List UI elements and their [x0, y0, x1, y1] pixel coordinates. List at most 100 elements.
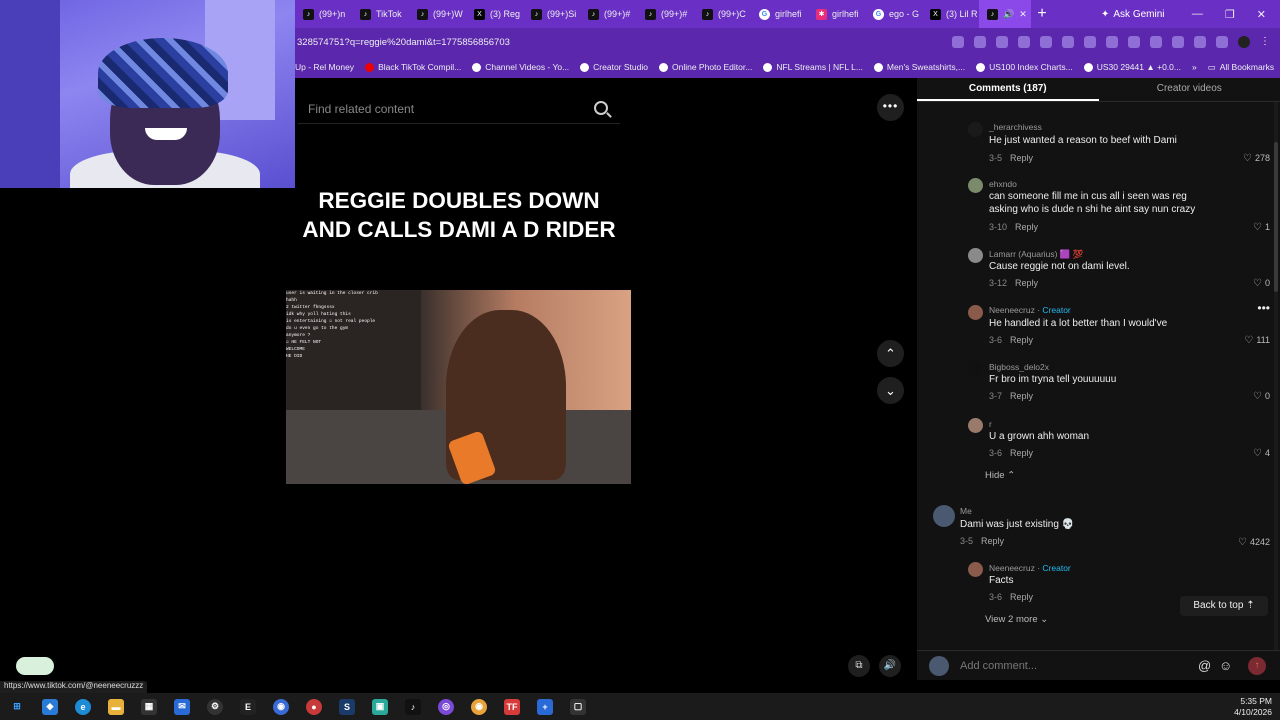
toggle-pill[interactable]: [16, 657, 54, 675]
search-icon[interactable]: [594, 101, 608, 115]
previous-video-button[interactable]: ⌃: [877, 340, 904, 367]
comment-username[interactable]: ehxndo: [989, 179, 1017, 189]
bookmark-item[interactable]: Channel Videos - Yo...: [472, 62, 569, 72]
bookmark-star-icon[interactable]: [974, 36, 986, 48]
tf-icon[interactable]: TF: [504, 698, 520, 715]
close-window-icon[interactable]: ✕: [1257, 8, 1266, 21]
settings-icon[interactable]: ⚙: [207, 698, 223, 715]
app-icon[interactable]: ◉: [273, 698, 289, 715]
avatar[interactable]: [968, 122, 983, 137]
reply-button[interactable]: Reply: [1010, 448, 1033, 458]
back-to-top-button[interactable]: Back to top ⇡: [1180, 596, 1268, 616]
extension-icon[interactable]: [1106, 36, 1118, 48]
browser-tab[interactable]: ♪ (99+)W: [409, 0, 466, 28]
extension-icon[interactable]: [1128, 36, 1140, 48]
reply-button[interactable]: Reply: [1010, 335, 1033, 345]
like-button[interactable]: ♡ 1: [1253, 222, 1270, 233]
comment-more-icon[interactable]: •••: [1257, 301, 1270, 315]
comment-username[interactable]: Neeneecruz · Creator: [989, 305, 1071, 315]
browser-tab[interactable]: X (3) Lil R: [922, 0, 979, 28]
steam-icon[interactable]: S: [339, 698, 355, 715]
more-options-button[interactable]: •••: [877, 94, 904, 121]
tab-comments[interactable]: Comments (187): [917, 78, 1099, 101]
avatar[interactable]: [968, 248, 983, 263]
reply-button[interactable]: Reply: [1015, 278, 1038, 288]
bookmark-item[interactable]: Men's Sweatshirts,...: [873, 62, 965, 72]
browser-tab[interactable]: Ggirlhefi: [751, 0, 808, 28]
browser-tab[interactable]: ♪ (99+)Si: [523, 0, 580, 28]
ask-gemini-button[interactable]: ✦ Ask Gemini: [1093, 6, 1173, 23]
add-icon[interactable]: +: [537, 698, 553, 715]
comment-username[interactable]: Me: [960, 506, 972, 516]
reply-button[interactable]: Reply: [1010, 391, 1033, 401]
mail-icon[interactable]: ✉: [174, 698, 190, 715]
comment-input[interactable]: Add comment...: [960, 660, 1037, 672]
bookmark-item[interactable]: US30 29441 ▲ +0.0...: [1083, 62, 1181, 72]
file-explorer-icon[interactable]: ▬: [108, 698, 124, 715]
extension-icon[interactable]: [1018, 36, 1030, 48]
send-button[interactable]: ↑: [1248, 657, 1266, 675]
like-button[interactable]: ♡ 4: [1253, 448, 1270, 459]
bookmark-item[interactable]: Up - Rel Money: [295, 62, 354, 72]
avatar[interactable]: [968, 562, 983, 577]
comment-username[interactable]: _herarchivess: [989, 122, 1042, 132]
bookmark-item[interactable]: Black TikTok Compil...: [365, 62, 461, 72]
video-frame[interactable]: user is waiting in the closer crib hahh …: [286, 290, 631, 484]
copilot-icon[interactable]: ◆: [42, 698, 58, 715]
tiktok-icon[interactable]: ♪: [405, 698, 421, 715]
browser-tab[interactable]: ♪ (99+)#: [580, 0, 637, 28]
reply-button[interactable]: Reply: [1015, 222, 1038, 232]
search-input[interactable]: Find related content: [298, 94, 620, 124]
extension-icon[interactable]: [1150, 36, 1162, 48]
edge-icon[interactable]: e: [75, 698, 91, 715]
browser-tab[interactable]: ♪ TikTok: [352, 0, 409, 28]
like-button[interactable]: ♡ 4242: [1238, 537, 1270, 548]
browser-tab[interactable]: ♪ (99+)C: [694, 0, 751, 28]
kebab-menu-icon[interactable]: ⋮: [1260, 36, 1270, 48]
extension-icon[interactable]: [996, 36, 1008, 48]
view-more-replies-button[interactable]: View 2 more ⌄: [985, 614, 1048, 625]
bookmark-item[interactable]: NFL Streams | NFL L...: [763, 62, 863, 72]
like-button[interactable]: ♡ 0: [1253, 391, 1270, 402]
bookmarks-overflow-icon[interactable]: »: [1192, 62, 1197, 72]
scrollbar-thumb[interactable]: [1274, 142, 1278, 292]
taskbar-clock[interactable]: 5:35 PM 4/10/2026: [1234, 696, 1272, 718]
extension-icon[interactable]: [1040, 36, 1052, 48]
avatar[interactable]: [968, 361, 983, 376]
comment-username[interactable]: Lamarr (Aquarius) 🟪 💯: [989, 249, 1083, 260]
browser-tab[interactable]: ♪ (99+)#: [637, 0, 694, 28]
store-icon[interactable]: ▦: [141, 698, 157, 715]
like-button[interactable]: ♡ 0: [1253, 278, 1270, 289]
emoji-icon[interactable]: ☺: [1219, 658, 1232, 673]
comment-username[interactable]: Neeneecruz · Creator: [989, 563, 1071, 573]
avatar[interactable]: [968, 305, 983, 320]
hide-replies-button[interactable]: Hide ⌃: [985, 470, 1015, 481]
url-field[interactable]: 328574751?q=reggie%20dami&t=177585685670…: [295, 37, 510, 48]
like-button[interactable]: ♡ 111: [1244, 335, 1270, 346]
reply-button[interactable]: Reply: [1010, 153, 1033, 163]
app-icon[interactable]: ▢: [570, 698, 586, 715]
maximize-icon[interactable]: ❐: [1225, 8, 1235, 21]
all-bookmarks-button[interactable]: ▭ All Bookmarks: [1208, 62, 1280, 73]
next-video-button[interactable]: ⌄: [877, 377, 904, 404]
avatar[interactable]: [968, 178, 983, 193]
reply-button[interactable]: Reply: [1010, 592, 1033, 602]
like-button[interactable]: ♡ 278: [1243, 153, 1270, 164]
reply-button[interactable]: Reply: [981, 536, 1004, 546]
avatar[interactable]: [968, 418, 983, 433]
pip-icon[interactable]: ⧉: [848, 655, 870, 677]
windows-start-icon[interactable]: ⊞: [9, 699, 25, 715]
browser-tab[interactable]: ♪ (99+)n: [295, 0, 352, 28]
profile-avatar[interactable]: [1238, 36, 1250, 48]
capcut-icon[interactable]: ▣: [372, 698, 388, 715]
bookmark-item[interactable]: Online Photo Editor...: [658, 62, 752, 72]
bookmark-item[interactable]: Creator Studio: [580, 62, 648, 72]
extension-icon[interactable]: [1084, 36, 1096, 48]
extension-icon[interactable]: [1062, 36, 1074, 48]
puzzle-icon[interactable]: [1172, 36, 1184, 48]
comment-username[interactable]: Bigboss_delo2x: [989, 362, 1049, 372]
avatar[interactable]: [933, 505, 955, 527]
app-icon[interactable]: ◎: [438, 698, 454, 715]
volume-icon[interactable]: 🔊: [879, 655, 901, 677]
tab-creator-videos[interactable]: Creator videos: [1099, 78, 1280, 101]
